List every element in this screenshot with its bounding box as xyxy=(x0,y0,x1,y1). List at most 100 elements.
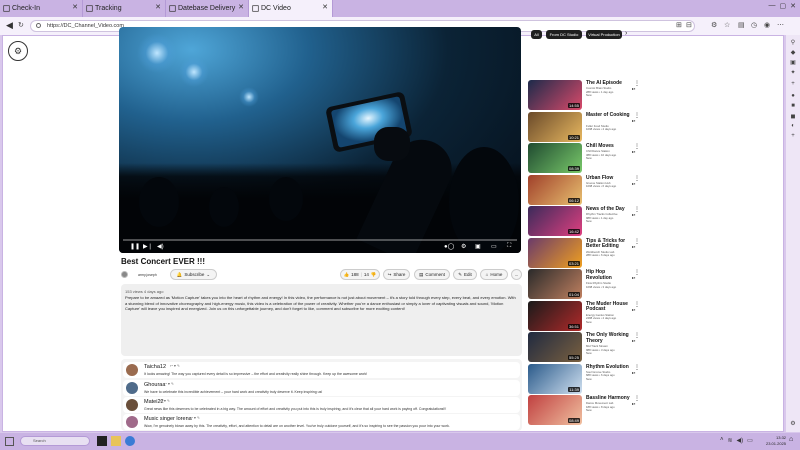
close-icon[interactable]: ✕ xyxy=(155,3,161,11)
filter-chip-all[interactable]: All xyxy=(531,30,542,39)
comment-actions[interactable]: ↩ ♥ ✎ xyxy=(190,416,200,420)
history-icon[interactable]: ◷ xyxy=(751,21,757,29)
chevron-right-icon[interactable]: › xyxy=(625,30,627,37)
play-next-icon[interactable]: ▸▪ xyxy=(632,307,635,312)
recommendation-title[interactable]: The Only Working Theory xyxy=(586,332,630,344)
recommendation-item[interactable]: 36:51 The Muder House Podcast Energy Geniu… xyxy=(528,300,644,331)
comment-actions[interactable]: ↩ ♥ ✎ xyxy=(160,399,170,403)
close-window-icon[interactable]: ✕ xyxy=(790,2,796,15)
close-icon[interactable]: ✕ xyxy=(72,3,78,11)
reload-icon[interactable]: ↻ xyxy=(18,21,24,29)
comment-button[interactable]: ▤ Comment xyxy=(414,269,450,280)
video-thumbnail[interactable]: 14:55 xyxy=(528,80,582,110)
avatar[interactable] xyxy=(126,382,138,394)
add-icon[interactable]: + xyxy=(789,133,797,141)
share-button[interactable]: ↪ Share xyxy=(383,269,410,280)
play-next-icon[interactable]: ▸▪ xyxy=(632,86,635,91)
clock[interactable]: 13:32 23.01.2025 xyxy=(766,435,786,447)
comment-actions[interactable]: ↩ ♥ ✎ xyxy=(170,364,180,368)
autoplay-toggle-icon[interactable]: ●◯ xyxy=(444,243,454,250)
filter-chip-dc-studio[interactable]: From DC Studio xyxy=(546,30,582,39)
recommendation-item[interactable]: 11:39 Rhythm Evolution Soul Groove Studio 6… xyxy=(528,363,644,394)
recommendation-item[interactable]: 01:04 Hip Hop Revolution Flow Rhythm Studi… xyxy=(528,269,644,299)
play-next-icon[interactable]: ▸▪ xyxy=(632,275,635,280)
avatar[interactable] xyxy=(121,271,128,278)
outlook-icon[interactable]: ◼ xyxy=(789,113,797,121)
close-icon[interactable]: ✕ xyxy=(238,3,244,11)
comment-username[interactable]: Music singer lorena xyxy=(144,416,192,422)
collections-icon[interactable]: ▤ xyxy=(738,21,745,29)
maximize-icon[interactable]: ▢ xyxy=(780,2,787,15)
games-icon[interactable]: ◐ xyxy=(789,123,797,131)
video-thumbnail[interactable]: 08:49 xyxy=(528,395,582,425)
settings-icon[interactable]: ⚙ xyxy=(461,243,466,250)
add-icon[interactable]: + xyxy=(789,81,797,89)
video-thumbnail[interactable]: 55:25 xyxy=(528,332,582,362)
recommendation-title[interactable]: The Muder House Podcast xyxy=(586,301,630,313)
video-thumbnail[interactable]: 01:04 xyxy=(528,269,582,299)
recommendation-item[interactable]: 06:12 Urban Flow Groove Station Hub 1098 vi… xyxy=(528,174,644,205)
video-thumbnail[interactable]: 10:21 xyxy=(528,111,582,142)
menu-icon[interactable]: ⋯ xyxy=(777,21,784,29)
tab-tracking[interactable]: Tracking ✕ xyxy=(83,0,166,17)
video-thumbnail[interactable]: 36:51 xyxy=(528,300,582,331)
notification-icon[interactable]: ⌂ xyxy=(789,436,793,443)
recommendation-item[interactable]: 10:21 Master of Cooking Fuller Food Studio… xyxy=(528,111,644,142)
tools-icon[interactable]: ✦ xyxy=(789,69,797,77)
settings-icon[interactable]: ⚙ xyxy=(789,420,797,428)
play-next-icon[interactable]: ▸▪ xyxy=(632,401,635,406)
fullscreen-icon[interactable]: ⛶ xyxy=(507,243,511,250)
video-thumbnail[interactable]: 03:21 xyxy=(528,237,582,268)
next-icon[interactable]: ▶❘ xyxy=(143,243,153,250)
video-thumbnail[interactable]: 11:39 xyxy=(528,363,582,394)
file-explorer-icon[interactable] xyxy=(111,436,121,446)
pause-icon[interactable]: ❚❚ xyxy=(130,243,140,250)
theater-icon[interactable]: ▭ xyxy=(491,243,497,250)
miniplayer-icon[interactable]: ▣ xyxy=(475,243,481,250)
wifi-icon[interactable]: ≋ xyxy=(728,437,733,444)
channel-logo-icon[interactable]: ⚙ xyxy=(8,41,28,61)
filter-chip-virtual-production[interactable]: Virtual Production xyxy=(586,30,622,39)
video-player[interactable]: ❚❚ ▶❘ ◀) ●◯ ⚙ ▣ ▭ ⛶ xyxy=(119,27,521,253)
play-next-icon[interactable]: ▸▪ xyxy=(632,338,635,343)
recommendation-title[interactable]: Hip Hop Revolution xyxy=(586,269,630,281)
play-next-icon[interactable]: ▸▪ xyxy=(632,149,635,154)
person-icon[interactable]: ● xyxy=(789,93,797,101)
extensions-icon[interactable]: ⚙ xyxy=(711,21,717,29)
avatar[interactable] xyxy=(126,364,138,376)
comment-username[interactable]: Taicha12 xyxy=(144,364,166,370)
like-dislike-button[interactable]: 👍 188 | 14 👎 xyxy=(340,269,380,280)
browser-icon[interactable] xyxy=(125,436,135,446)
task-view-icon[interactable] xyxy=(97,436,107,446)
play-next-icon[interactable]: ▸▪ xyxy=(632,181,635,186)
bag-icon[interactable]: ▣ xyxy=(789,59,797,67)
play-next-icon[interactable]: ▸▪ xyxy=(632,212,635,217)
profile-icon[interactable]: ◉ xyxy=(764,21,770,29)
video-thumbnail[interactable]: 08:39 xyxy=(528,143,582,173)
recommendation-item[interactable]: 03:21 Tips & Tricks for Better Editing Wor… xyxy=(528,237,644,268)
battery-icon[interactable]: ▭ xyxy=(747,437,753,444)
channel-name[interactable]: army.joseph xyxy=(138,273,157,277)
video-thumbnail[interactable]: 06:12 xyxy=(528,174,582,205)
tab-dc-video[interactable]: DC Video ✕ xyxy=(249,0,333,17)
taskbar-search[interactable]: Search xyxy=(20,436,90,446)
more-button[interactable]: ... xyxy=(511,269,522,280)
edit-button[interactable]: ✎ Edit xyxy=(453,269,477,280)
bookmark-icon[interactable]: ⊟ xyxy=(686,21,692,29)
recommendation-item[interactable]: 55:25 The Only Working Theory Mid Track St… xyxy=(528,332,644,362)
home-button[interactable]: ⌂ Home xyxy=(480,269,508,280)
channel-info[interactable]: army.joseph xyxy=(121,271,157,278)
recommendation-item[interactable]: 14:55 The AI Episode Cosmic Brain Studio 28… xyxy=(528,80,644,110)
reader-icon[interactable]: ⊞ xyxy=(676,21,682,29)
recommendation-item[interactable]: 08:49 Bassline Harmony Dance Movement Lab 1… xyxy=(528,395,644,425)
tag-icon[interactable]: ◆ xyxy=(789,49,797,57)
progress-bar[interactable] xyxy=(123,239,517,241)
recommendation-item[interactable]: 08:39 Chill Moves Chill Dance Station 388 v… xyxy=(528,143,644,173)
tab-check-in[interactable]: Check-In ✕ xyxy=(0,0,83,17)
recommendation-title[interactable]: Master of Cooking xyxy=(586,112,630,119)
recommendation-item[interactable]: 16:42 News of the Day Rhythm Tracks Collec… xyxy=(528,206,644,236)
favorites-icon[interactable]: ☆ xyxy=(724,21,730,29)
minimize-icon[interactable]: — xyxy=(769,2,776,15)
chevron-up-icon[interactable]: ˄ xyxy=(720,437,724,444)
search-icon[interactable]: ⚲ xyxy=(789,39,797,47)
